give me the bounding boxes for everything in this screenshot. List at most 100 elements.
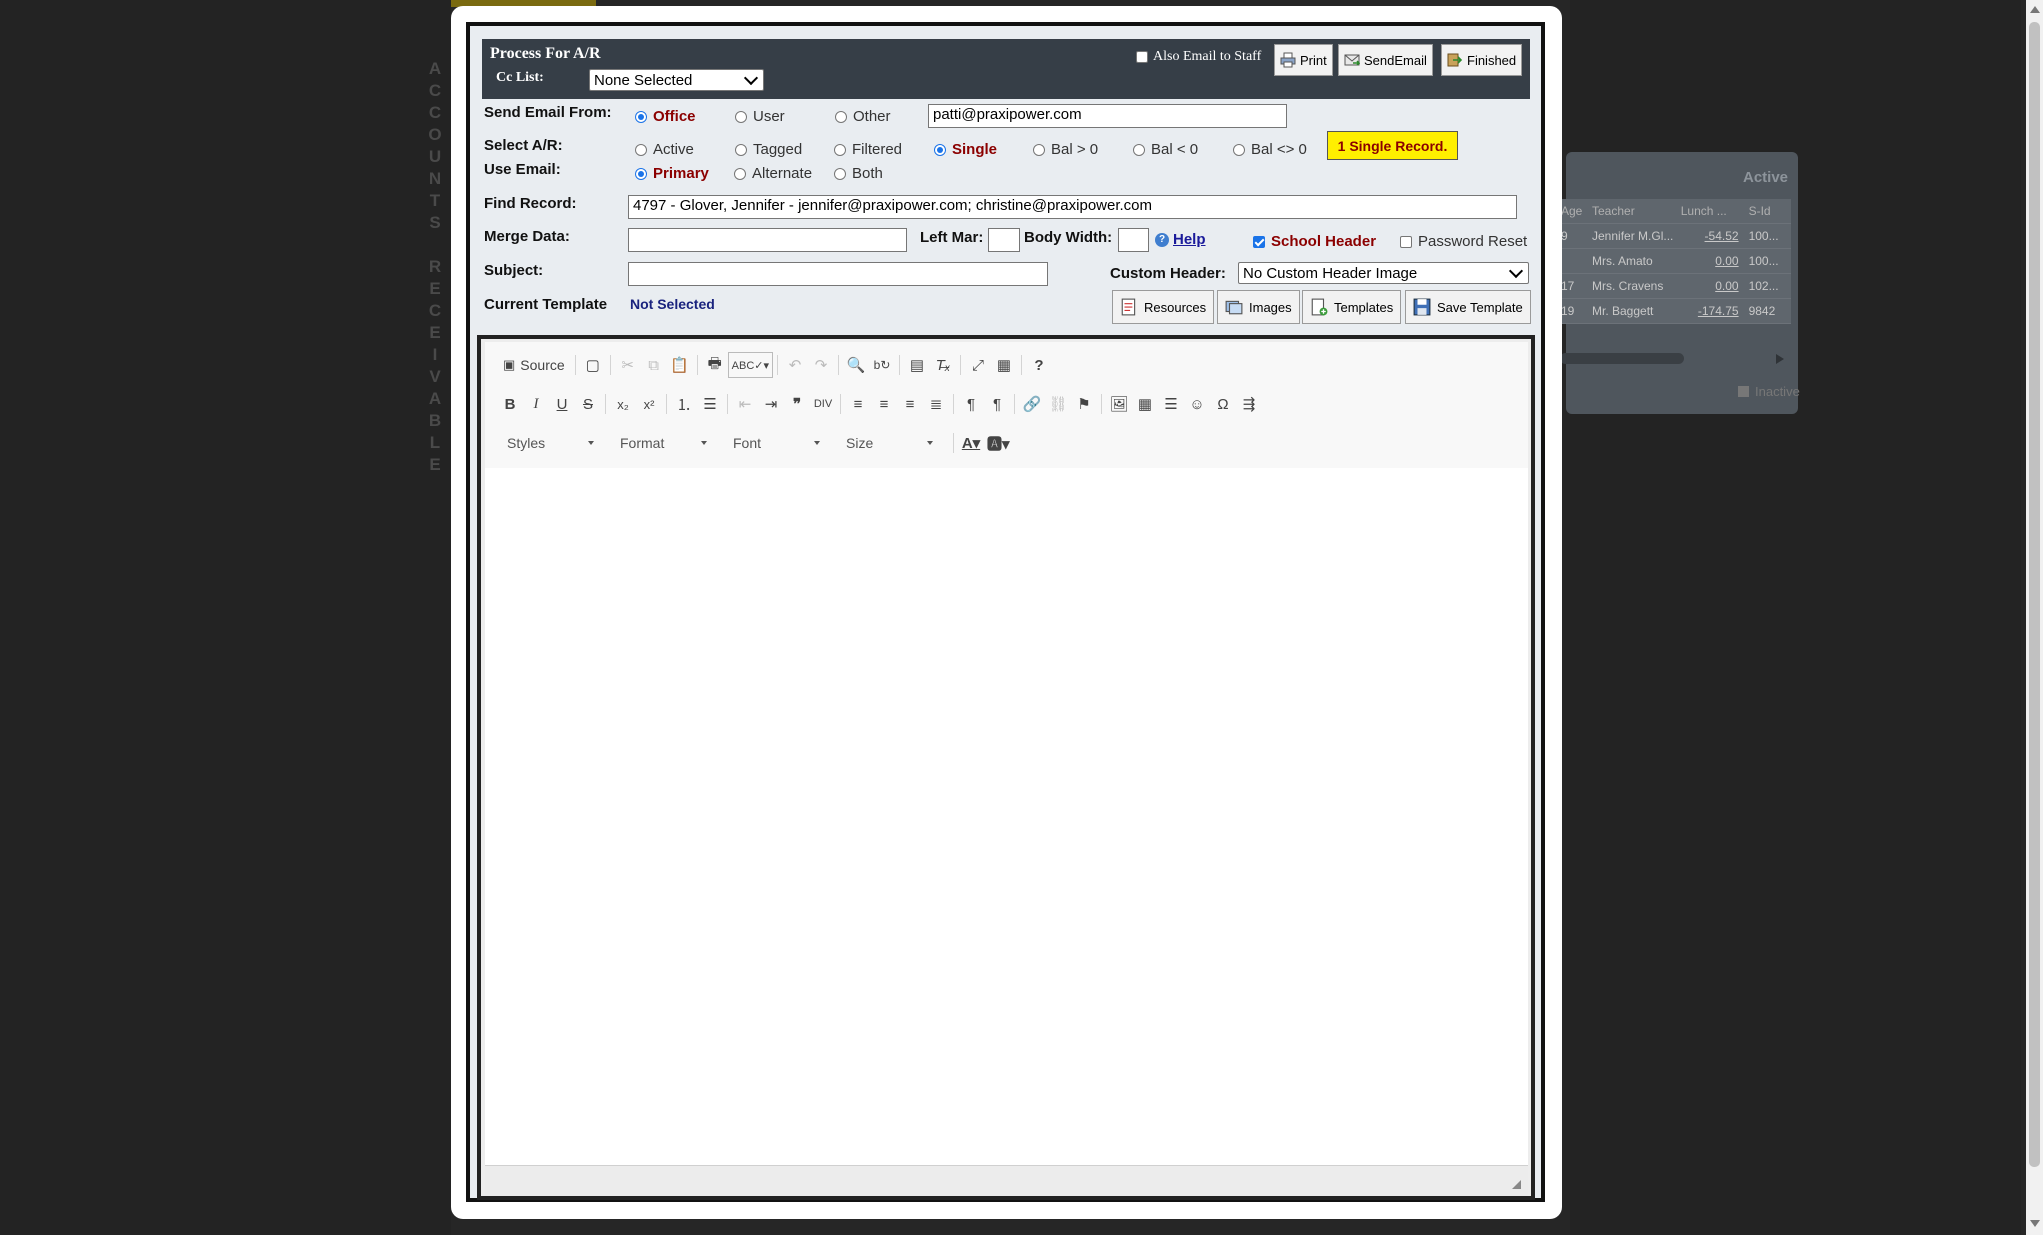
table-row[interactable]: 17 Mrs. Cravens 0.00 102...: [1555, 274, 1791, 299]
radio-icon[interactable]: [735, 110, 747, 123]
radio-icon[interactable]: [834, 167, 846, 180]
merge-data-input[interactable]: [628, 228, 907, 252]
print-button[interactable]: Print: [1274, 44, 1333, 76]
table-row[interactable]: 9 Jennifer M.Gl... -54.52 100...: [1555, 224, 1791, 249]
align-right-icon[interactable]: ≡: [897, 391, 923, 417]
format-combo[interactable]: Format: [610, 430, 713, 456]
spellcheck-icon[interactable]: ABC✓▾: [727, 352, 774, 378]
scroll-right-arrow-icon[interactable]: [1776, 354, 1784, 364]
redo-icon[interactable]: ↷: [808, 352, 834, 378]
select-ar-active[interactable]: Active: [635, 141, 694, 158]
page-scrollbar-thumb[interactable]: [2029, 22, 2040, 1167]
cut-icon[interactable]: ✂: [615, 352, 641, 378]
use-email-alternate[interactable]: Alternate: [734, 165, 812, 182]
horizontal-rule-icon[interactable]: ☰: [1158, 391, 1184, 417]
div-container-icon[interactable]: DIV: [810, 391, 836, 417]
radio-icon[interactable]: [1133, 143, 1145, 156]
radio-icon[interactable]: [635, 143, 647, 156]
show-blocks-icon[interactable]: ▦: [991, 352, 1017, 378]
radio-icon[interactable]: [635, 167, 647, 180]
custom-header-select[interactable]: No Custom Header Image: [1238, 262, 1529, 284]
templates-button[interactable]: Templates: [1302, 290, 1402, 324]
cc-list-select[interactable]: None Selected: [589, 69, 764, 91]
text-color-icon[interactable]: A▾: [958, 430, 984, 456]
paste-icon[interactable]: 📋: [667, 352, 693, 378]
school-header-checkbox[interactable]: [1253, 235, 1265, 248]
justify-icon[interactable]: ≣: [923, 391, 949, 417]
radio-icon[interactable]: [734, 167, 746, 180]
styles-combo[interactable]: Styles: [497, 430, 600, 456]
school-header-toggle[interactable]: School Header: [1253, 233, 1376, 250]
blockquote-icon[interactable]: ❞: [784, 391, 810, 417]
radio-icon[interactable]: [1033, 143, 1045, 156]
table-cell-link[interactable]: -174.75: [1681, 304, 1745, 318]
special-char-icon[interactable]: Ω: [1210, 391, 1236, 417]
strikethrough-icon[interactable]: S: [575, 391, 601, 417]
subject-input[interactable]: [628, 262, 1048, 286]
maximize-icon[interactable]: ⤢: [965, 352, 991, 378]
background-color-icon[interactable]: 🅰▾: [984, 430, 1013, 456]
source-button[interactable]: ▣ Source: [497, 352, 571, 378]
table-row[interactable]: Mrs. Amato 0.00 100...: [1555, 249, 1791, 274]
new-page-icon[interactable]: ▢: [580, 352, 606, 378]
radio-icon[interactable]: [834, 143, 846, 156]
table-row[interactable]: 19 Mr. Baggett -174.75 9842: [1555, 299, 1791, 324]
table-icon[interactable]: ▦: [1132, 391, 1158, 417]
smiley-icon[interactable]: ☺: [1184, 391, 1210, 417]
save-template-button[interactable]: Save Template: [1405, 290, 1531, 324]
table-cell-link[interactable]: 0.00: [1681, 254, 1745, 268]
image-icon[interactable]: 🖼: [1106, 391, 1132, 417]
send-from-user[interactable]: User: [735, 108, 785, 125]
copy-icon[interactable]: ⧉: [641, 352, 667, 378]
also-email-checkbox[interactable]: [1136, 51, 1148, 63]
font-combo[interactable]: Font: [723, 430, 826, 456]
radio-icon[interactable]: [735, 143, 747, 156]
radio-icon[interactable]: [835, 110, 847, 123]
password-reset-toggle[interactable]: Password Reset: [1400, 233, 1527, 250]
password-reset-checkbox[interactable]: [1400, 235, 1412, 248]
body-width-input[interactable]: [1118, 228, 1149, 252]
find-record-input[interactable]: 4797 - Glover, Jennifer - jennifer@praxi…: [628, 195, 1517, 219]
bold-icon[interactable]: B: [497, 391, 523, 417]
align-center-icon[interactable]: ≡: [871, 391, 897, 417]
help-icon[interactable]: ?: [1155, 232, 1169, 247]
select-ar-filtered[interactable]: Filtered: [834, 141, 902, 158]
send-from-office[interactable]: Office: [635, 108, 696, 125]
scroll-up-arrow-icon[interactable]: [2030, 6, 2040, 13]
scroll-down-arrow-icon[interactable]: [2030, 1220, 2040, 1227]
anchor-flag-icon[interactable]: ⚑: [1071, 391, 1097, 417]
select-ar-tagged[interactable]: Tagged: [735, 141, 802, 158]
send-from-email-input[interactable]: patti@praxipower.com: [928, 104, 1287, 128]
replace-icon[interactable]: b↻: [869, 352, 895, 378]
ltr-icon[interactable]: ¶: [958, 391, 984, 417]
send-from-other[interactable]: Other: [835, 108, 891, 125]
align-left-icon[interactable]: ≡: [845, 391, 871, 417]
inactive-toggle[interactable]: Inactive: [1738, 384, 1800, 399]
help-link[interactable]: Help: [1173, 231, 1206, 248]
bulleted-list-icon[interactable]: ☰: [697, 391, 723, 417]
outdent-icon[interactable]: ⇤: [732, 391, 758, 417]
table-scrollbar[interactable]: [1560, 353, 1684, 364]
select-ar-single[interactable]: Single: [934, 141, 997, 158]
rtl-icon[interactable]: ¶: [984, 391, 1010, 417]
unlink-icon[interactable]: ⛓: [1045, 391, 1071, 417]
radio-icon[interactable]: [635, 110, 647, 123]
resize-handle-icon[interactable]: [1512, 1180, 1521, 1189]
use-email-both[interactable]: Both: [834, 165, 883, 182]
use-email-primary[interactable]: Primary: [635, 165, 709, 182]
left-margin-input[interactable]: [988, 228, 1020, 252]
numbered-list-icon[interactable]: ⒈: [671, 391, 697, 417]
images-button[interactable]: Images: [1217, 290, 1300, 324]
also-email-staff[interactable]: Also Email to Staff: [1136, 49, 1261, 65]
indent-icon[interactable]: ⇥: [758, 391, 784, 417]
help-question-icon[interactable]: ?: [1026, 352, 1052, 378]
undo-icon[interactable]: ↶: [782, 352, 808, 378]
editor-content-area[interactable]: [485, 468, 1528, 1165]
page-break-icon[interactable]: ⇶: [1236, 391, 1262, 417]
resources-button[interactable]: Resources: [1112, 290, 1215, 324]
finished-button[interactable]: Finished: [1441, 44, 1523, 76]
size-combo[interactable]: Size: [836, 430, 939, 456]
select-ar-bal-gt-0[interactable]: Bal > 0: [1033, 141, 1098, 158]
send-email-button[interactable]: SendEmail: [1338, 44, 1433, 76]
radio-icon[interactable]: [934, 143, 946, 156]
